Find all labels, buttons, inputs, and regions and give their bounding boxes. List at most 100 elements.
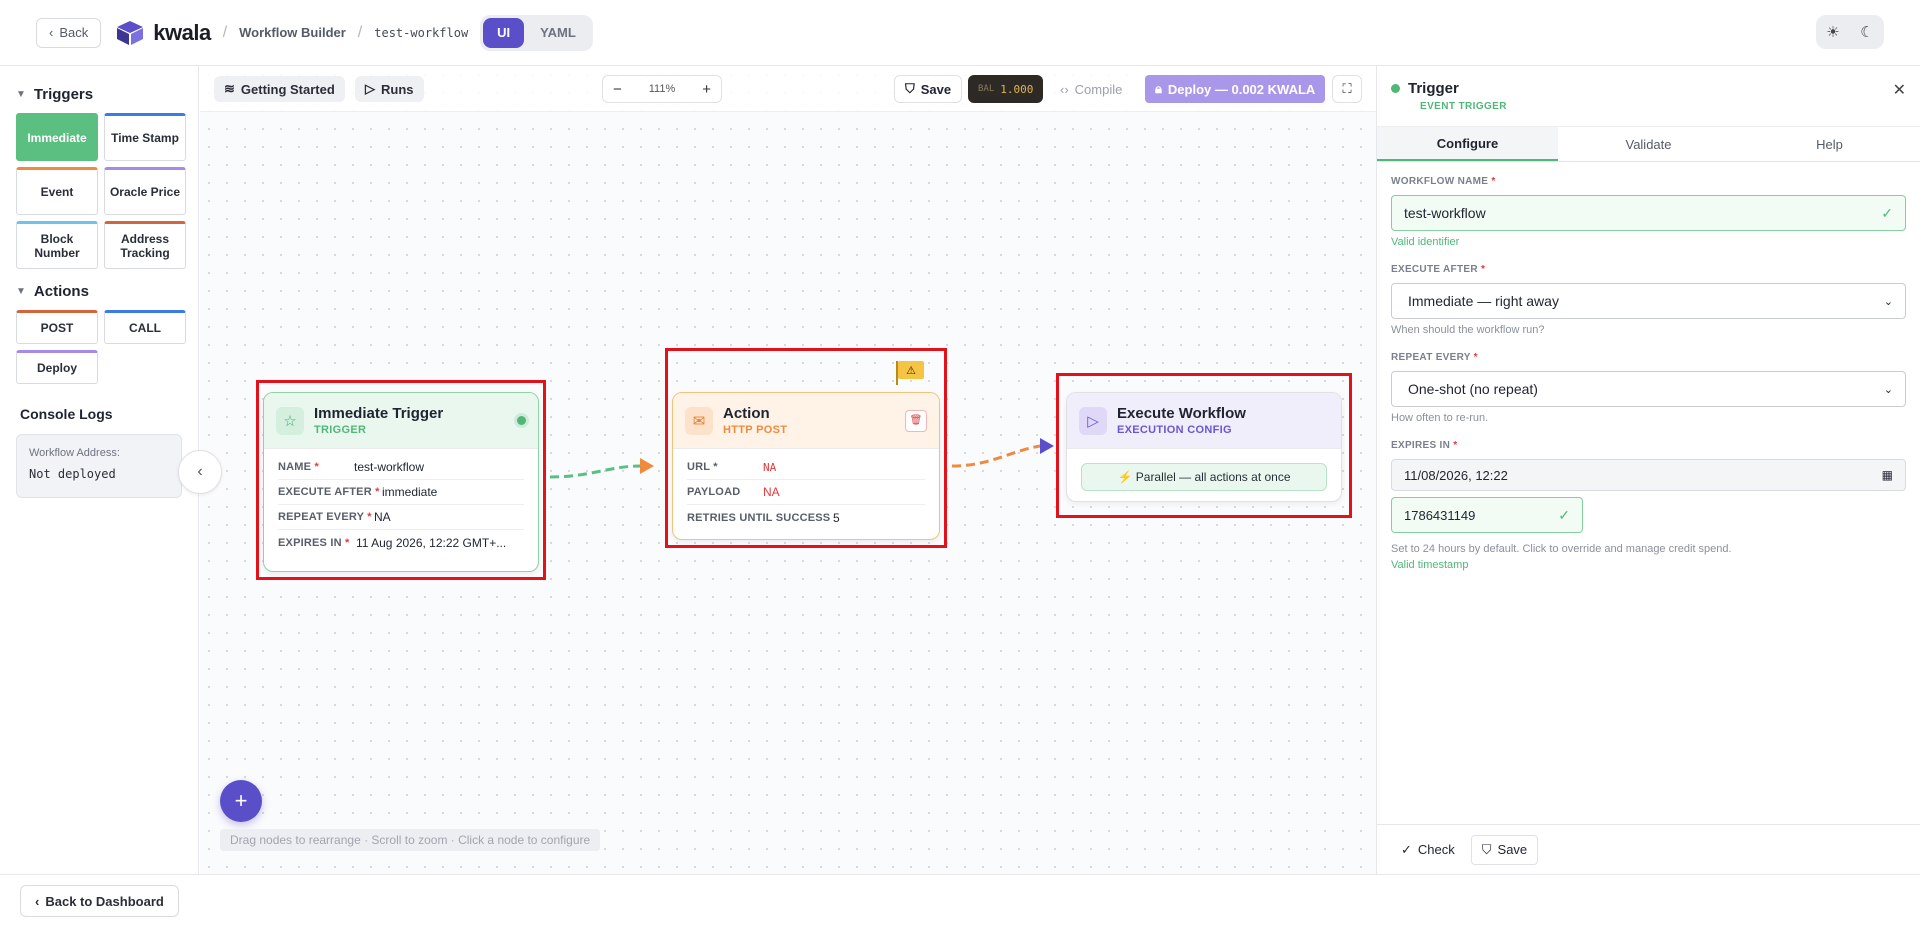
- zoom-in-button[interactable]: +: [702, 81, 711, 98]
- expand-icon: ⛶: [1342, 81, 1352, 96]
- expires-in-value: 11/08/2026, 12:22: [1404, 467, 1508, 483]
- trigger-tile-event[interactable]: Event: [16, 167, 98, 215]
- panel-tabs: Configure Validate Help: [1377, 126, 1920, 162]
- repeat-every-help: How often to re-run.: [1391, 412, 1489, 424]
- actions-section-header[interactable]: ▼ Actions: [16, 283, 182, 300]
- row-value: 11 Aug 2026, 12:22 GMT+...: [356, 535, 507, 550]
- tab-validate[interactable]: Validate: [1558, 127, 1739, 161]
- trigger-node-header: ☆ Immediate Trigger TRIGGER: [264, 393, 538, 449]
- action-node[interactable]: ✉ Action HTTP POST 🗑︎ URL * NA PAYLOAD N…: [672, 392, 940, 540]
- balance-label: BAL: [978, 84, 995, 94]
- workflow-address-label: Workflow Address:: [29, 447, 120, 459]
- check-icon: ✓: [1558, 506, 1570, 523]
- calendar-icon[interactable]: ▦: [1882, 468, 1893, 482]
- workflow-name-label: WORKFLOW NAME *: [1391, 176, 1496, 187]
- runs-button[interactable]: ▷ Runs: [355, 76, 424, 102]
- mail-icon: ✉: [685, 406, 713, 435]
- action-tile-post[interactable]: POST: [16, 310, 98, 344]
- canvas-save-button[interactable]: ⛉ Save: [894, 75, 963, 103]
- zoom-out-button[interactable]: −: [613, 81, 622, 98]
- tab-help[interactable]: Help: [1739, 127, 1920, 161]
- timestamp-field[interactable]: 1786431149 ✓: [1391, 497, 1583, 533]
- tab-configure[interactable]: Configure: [1377, 127, 1558, 161]
- action-tile-call[interactable]: CALL: [104, 310, 186, 344]
- execute-node[interactable]: ▷ Execute Workflow EXECUTION CONFIG ⚡ Pa…: [1066, 392, 1342, 502]
- panel-save-button[interactable]: ⛉ Save: [1470, 834, 1539, 865]
- workflow-name-field[interactable]: test-workflow ✓: [1391, 195, 1906, 231]
- lock-icon: 🔒︎: [1155, 81, 1162, 96]
- connector-arrowhead-action: [640, 458, 654, 474]
- row-value: NA: [763, 460, 777, 474]
- execute-node-body: ⚡ Parallel — all actions at once: [1067, 449, 1341, 501]
- action-row-retries: RETRIES UNTIL SUCCESS 5: [687, 505, 925, 530]
- logo-text: kwala: [153, 19, 211, 45]
- check-button[interactable]: ✓ Check: [1391, 835, 1465, 865]
- row-key: REPEAT EVERY: [278, 511, 364, 523]
- back-to-dashboard-button[interactable]: ‹ Back to Dashboard: [20, 885, 179, 917]
- trigger-row-name: NAME * test-workflow: [278, 455, 524, 480]
- collapse-sidebar-button[interactable]: ‹: [178, 450, 222, 494]
- action-node-title: Action: [723, 405, 770, 422]
- trigger-tile-oracle-price[interactable]: Oracle Price: [104, 167, 186, 215]
- add-node-button[interactable]: +: [220, 780, 262, 822]
- row-key: URL: [687, 461, 711, 473]
- plus-icon: +: [234, 788, 248, 813]
- deploy-label: Deploy — 0.002 KWALA: [1167, 81, 1316, 97]
- row-key: RETRIES UNTIL SUCCESS: [687, 511, 831, 524]
- mode-yaml-button[interactable]: YAML: [526, 18, 590, 48]
- trigger-tile-time-stamp[interactable]: Time Stamp: [104, 113, 186, 161]
- bookmark-icon: ⛉: [905, 81, 915, 96]
- bookmark-icon: ⛉: [1481, 841, 1492, 857]
- deploy-button[interactable]: 🔒︎ Deploy — 0.002 KWALA: [1145, 75, 1326, 103]
- breadcrumb-workflow-builder[interactable]: Workflow Builder: [239, 25, 346, 40]
- panel-footer: ✓ Check ⛉ Save: [1377, 824, 1920, 874]
- console-logs-title: Console Logs: [20, 406, 113, 422]
- workflow-canvas[interactable]: ≋ Getting Started ▷ Runs − 111% + ⛉ Save…: [200, 66, 1376, 874]
- runs-label: Runs: [381, 81, 414, 97]
- config-panel: Trigger EVENT TRIGGER ✕ Configure Valida…: [1376, 66, 1920, 874]
- chevron-down-icon: ▼: [16, 286, 26, 297]
- balance-badge: BAL 1.000: [968, 75, 1044, 103]
- trigger-row-execute-after: EXECUTE AFTER * immediate: [278, 480, 524, 505]
- execute-after-select[interactable]: Immediate — right away ⌄: [1391, 283, 1906, 319]
- warning-flag-icon[interactable]: ⚠: [896, 361, 926, 385]
- row-key: EXPIRES IN: [278, 536, 342, 549]
- trigger-tile-immediate[interactable]: Immediate: [16, 113, 98, 161]
- zoom-level: 111%: [648, 83, 676, 95]
- trash-icon[interactable]: 🗑︎: [905, 409, 927, 432]
- kwala-logo[interactable]: kwala: [115, 19, 211, 46]
- action-node-subtitle: HTTP POST: [723, 424, 788, 436]
- getting-started-button[interactable]: ≋ Getting Started: [214, 76, 345, 102]
- action-node-header: ✉ Action HTTP POST 🗑︎: [673, 393, 939, 449]
- zoom-control: − 111% +: [602, 75, 722, 103]
- row-key: PAYLOAD: [687, 486, 741, 498]
- execute-after-help: When should the workflow run?: [1391, 324, 1545, 336]
- close-icon[interactable]: ✕: [1893, 80, 1906, 100]
- moon-icon[interactable]: ☾: [1860, 23, 1873, 41]
- action-tile-deploy[interactable]: Deploy: [16, 350, 98, 384]
- row-value: immediate: [382, 485, 438, 499]
- row-value: 5: [833, 510, 840, 525]
- back-button[interactable]: ‹ Back: [36, 17, 102, 48]
- trigger-row-expires-in: EXPIRES IN * 11 Aug 2026, 12:22 GMT+...: [278, 535, 507, 550]
- canvas-hint: Drag nodes to rearrange · Scroll to zoom…: [220, 829, 601, 851]
- repeat-every-label: REPEAT EVERY *: [1391, 352, 1478, 363]
- status-dot: [517, 416, 526, 425]
- trigger-node[interactable]: ☆ Immediate Trigger TRIGGER NAME * test-…: [263, 392, 539, 572]
- sun-icon[interactable]: ☀: [1826, 23, 1839, 41]
- trigger-node-title: Immediate Trigger: [314, 405, 444, 422]
- fullscreen-button[interactable]: ⛶: [1332, 75, 1362, 103]
- compile-button[interactable]: ‹› Compile: [1060, 75, 1122, 103]
- trigger-tile-block-number[interactable]: Block Number: [16, 221, 98, 269]
- action-row-url: URL * NA: [687, 455, 925, 480]
- execute-node-header: ▷ Execute Workflow EXECUTION CONFIG: [1067, 393, 1341, 449]
- repeat-every-select[interactable]: One-shot (no repeat) ⌄: [1391, 371, 1906, 407]
- triggers-section-header[interactable]: ▼ Triggers: [16, 86, 182, 103]
- chevron-down-icon: ⌄: [1883, 295, 1893, 308]
- theme-toggle[interactable]: ☀ ☾: [1816, 15, 1884, 49]
- row-value: NA: [374, 510, 391, 524]
- mode-ui-button[interactable]: UI: [483, 17, 525, 48]
- expires-in-datetime[interactable]: 11/08/2026, 12:22 ▦: [1391, 459, 1906, 491]
- config-form: WORKFLOW NAME * test-workflow ✓ Valid id…: [1377, 162, 1920, 571]
- trigger-tile-address-tracking[interactable]: Address Tracking: [104, 221, 186, 269]
